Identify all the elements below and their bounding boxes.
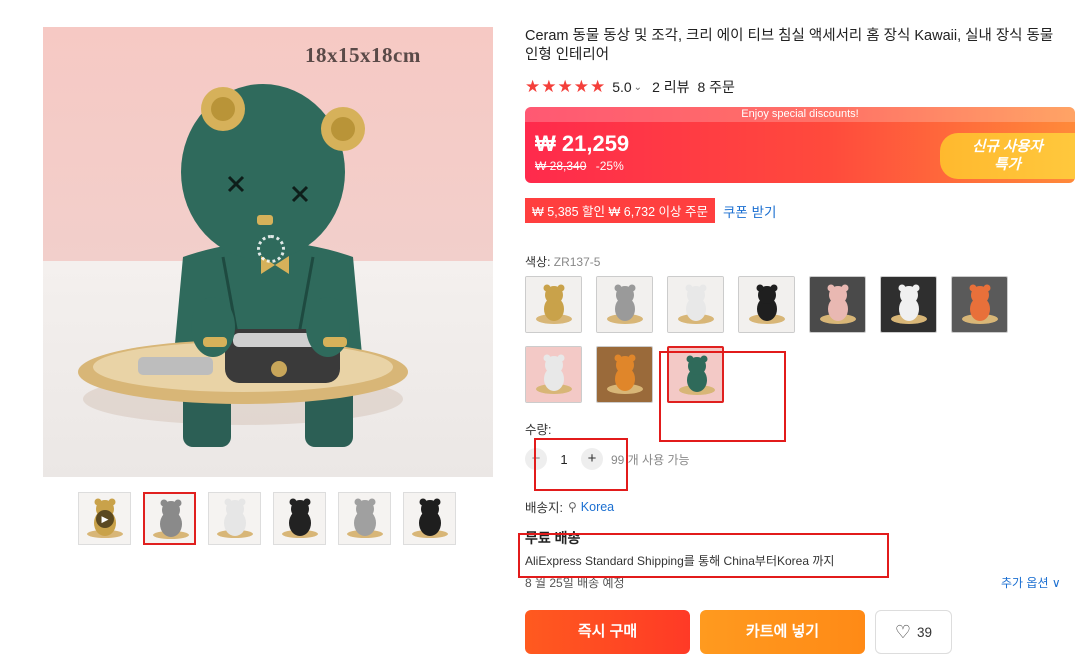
wishlist-button[interactable]: ♡ 39: [875, 610, 952, 654]
buy-now-button[interactable]: 즉시 구매: [525, 610, 690, 654]
ship-to-row: 배송지: ⚲ Korea: [525, 497, 614, 516]
thumbnail-black-bears-pair[interactable]: [273, 492, 326, 545]
free-shipping-title: 무료 배송: [525, 530, 581, 546]
swatch-image: [668, 277, 723, 332]
thumbnail-gold-bear-video[interactable]: ▶: [78, 492, 131, 545]
swatch-image: [597, 277, 652, 332]
color-swatch-1[interactable]: [525, 276, 582, 333]
swatch-image: [526, 277, 581, 332]
color-swatch-9[interactable]: [596, 346, 653, 403]
size-label: 18x15x18cm: [305, 43, 421, 67]
ship-to-country-link[interactable]: Korea: [581, 500, 614, 514]
main-product-image[interactable]: 18x15x18cm: [43, 27, 493, 477]
order-count: 8 주문: [697, 79, 735, 95]
heart-icon: ♡: [894, 621, 912, 642]
thumbnail-white-bear[interactable]: [208, 492, 261, 545]
increase-quantity-button[interactable]: +: [581, 448, 603, 470]
thumbnail-image: [404, 493, 455, 544]
swatch-image: [597, 347, 652, 402]
swatch-image: [739, 277, 794, 332]
delivery-estimate: 8 월 25일 배송 예정: [525, 576, 625, 590]
color-label-text: 색상:: [525, 255, 554, 269]
thumbnail-image: [339, 493, 390, 544]
rating-score[interactable]: 5.0: [612, 79, 631, 95]
original-price-row: ₩ 28,340 -25%: [535, 159, 624, 173]
color-swatch-4[interactable]: [738, 276, 795, 333]
thumbnail-image: [145, 494, 194, 543]
swatch-image: [526, 347, 581, 402]
play-icon[interactable]: ▶: [96, 510, 114, 528]
quantity-stepper: − 1 + 99 개 사용 가능: [525, 448, 690, 470]
ship-to-label: 배송지:: [525, 501, 563, 515]
price-banner: Enjoy special discounts! ₩ 21,259 ₩ 28,3…: [525, 107, 1075, 183]
discount-percent: -25%: [595, 159, 624, 173]
chevron-down-icon[interactable]: ⌄: [634, 82, 642, 93]
review-count[interactable]: 2 리뷰: [652, 77, 689, 97]
decrease-quantity-button[interactable]: −: [525, 448, 547, 470]
coupon-badge: ₩ 5,385 할인 ₩ 6,732 이상 주문: [525, 198, 715, 223]
thumbnail-silver-bear[interactable]: [143, 492, 196, 545]
more-shipping-options-link[interactable]: 추가 옵션 ∨: [1001, 574, 1061, 591]
add-to-cart-button[interactable]: 카트에 넣기: [700, 610, 865, 654]
discount-ribbon: Enjoy special discounts!: [525, 107, 1075, 122]
selected-color-value: ZR137-5: [553, 255, 601, 269]
new-user-deal-badge: 신규 사용자 특가: [940, 133, 1075, 179]
swatch-image: [881, 277, 936, 332]
star-rating-icon: ★★★★★: [525, 77, 607, 96]
new-user-line1: 신규 사용자: [972, 139, 1043, 155]
product-title: Ceram 동물 동상 및 조각, 크리 에이 티브 침실 액세서리 홈 장식 …: [525, 28, 1054, 63]
color-swatch-3[interactable]: [667, 276, 724, 333]
color-swatch-2[interactable]: [596, 276, 653, 333]
wishlist-count: 39: [917, 624, 933, 640]
get-coupon-link[interactable]: 쿠폰 받기: [723, 201, 776, 221]
color-swatch-7[interactable]: [951, 276, 1008, 333]
coupon-row: ₩ 5,385 할인 ₩ 6,732 이상 주문 쿠폰 받기: [525, 198, 776, 223]
thumbnail-strip: ▶: [78, 492, 456, 545]
quantity-available: 99 개 사용 가능: [611, 452, 690, 467]
color-swatch-6[interactable]: [880, 276, 937, 333]
thumbnail-image: [274, 493, 325, 544]
quantity-label: 수량:: [525, 423, 552, 437]
color-swatch-5[interactable]: [809, 276, 866, 333]
swatch-image: [669, 348, 722, 401]
original-price: ₩ 28,340: [535, 159, 587, 173]
swatch-image: [952, 277, 1007, 332]
rating-row: ★★★★★ 5.0 ⌄ 2 리뷰 8 주문: [525, 77, 735, 97]
quantity-input[interactable]: 1: [547, 452, 581, 467]
swatch-image: [810, 277, 865, 332]
loading-icon: [257, 235, 285, 263]
location-pin-icon: ⚲: [567, 499, 577, 514]
current-price: ₩ 21,259: [535, 131, 630, 156]
shipping-description: AliExpress Standard Shipping를 통해 China부터…: [525, 554, 835, 568]
color-label: 색상: ZR137-5: [525, 253, 600, 270]
color-swatch-8[interactable]: [525, 346, 582, 403]
color-swatch-10[interactable]: [667, 346, 724, 403]
thumbnail-image: [209, 493, 260, 544]
thumbnail-black-bear[interactable]: [403, 492, 456, 545]
new-user-line2: 특가: [994, 157, 1021, 173]
thumbnail-grey-bear[interactable]: [338, 492, 391, 545]
color-swatches: [525, 276, 1025, 403]
